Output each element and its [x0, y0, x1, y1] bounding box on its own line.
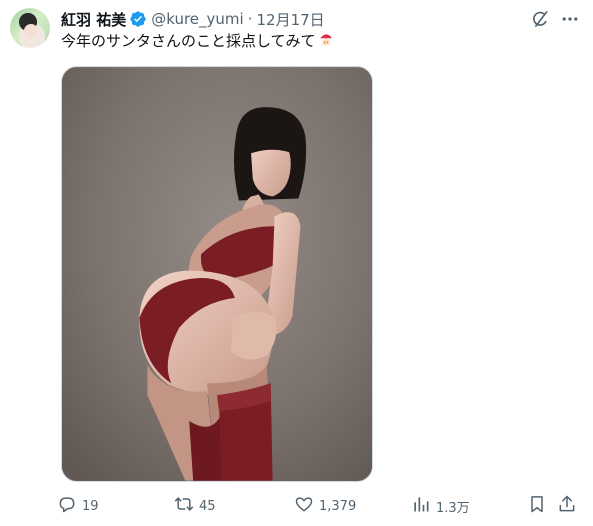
view-count: 1.3万 [436, 500, 470, 516]
tweet-header: 紅羽 祐美 @kure_yumi · 12月17日 [61, 9, 325, 29]
like-icon [294, 494, 314, 518]
santa-emoji-icon [317, 31, 335, 49]
bookmark-icon [527, 494, 547, 518]
views-button[interactable]: 1.3万 [411, 494, 470, 518]
grok-icon[interactable] [529, 8, 551, 30]
reply-icon [57, 494, 77, 518]
tweet-actions: 19 45 1,379 1.3万 [57, 494, 585, 518]
tweet[interactable]: 紅羽 祐美 @kure_yumi · 12月17日 今年のサンタさんのこと採点し… [0, 0, 593, 526]
avatar[interactable] [10, 8, 50, 48]
views-icon [411, 494, 431, 518]
like-button[interactable]: 1,379 [294, 494, 356, 518]
reply-count: 19 [82, 498, 99, 514]
tweet-text: 今年のサンタさんのこと採点してみて [61, 31, 335, 51]
timestamp[interactable]: 12月17日 [256, 9, 324, 30]
verified-badge-icon [129, 10, 147, 28]
like-count: 1,379 [319, 498, 357, 514]
tweet-body: 今年のサンタさんのこと採点してみて [61, 32, 316, 50]
more-icon[interactable] [559, 8, 581, 30]
retweet-button[interactable]: 45 [174, 494, 216, 518]
bookmark-button[interactable] [527, 494, 547, 518]
retweet-count: 45 [199, 498, 216, 514]
share-icon [557, 494, 577, 518]
retweet-icon [174, 494, 194, 518]
photo-illustration [62, 67, 372, 481]
header-actions [529, 8, 581, 30]
handle[interactable]: @kure_yumi [151, 10, 243, 28]
display-name[interactable]: 紅羽 祐美 [61, 9, 126, 30]
separator-dot: · [247, 10, 253, 28]
share-button[interactable] [557, 494, 577, 518]
reply-button[interactable]: 19 [57, 494, 99, 518]
tweet-photo[interactable] [61, 66, 373, 482]
